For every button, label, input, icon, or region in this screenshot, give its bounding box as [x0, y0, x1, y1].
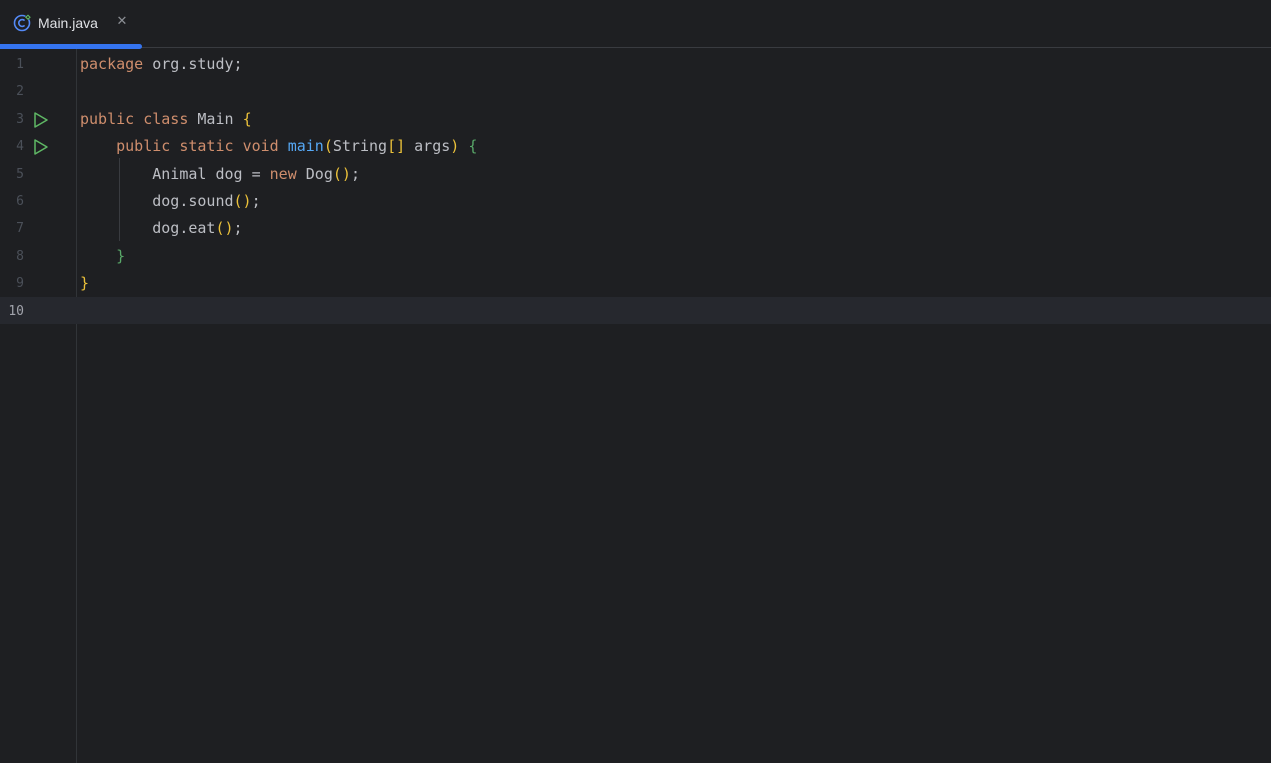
close-icon[interactable]: ✕ — [115, 14, 129, 30]
code-text: dog.eat(); — [80, 215, 243, 242]
code-line[interactable]: 5 Animal dog = new Dog(); — [0, 161, 1271, 188]
code-token: public — [116, 137, 171, 156]
code-token: class — [143, 109, 189, 128]
code-token: public — [80, 109, 135, 128]
code-line[interactable]: 9} — [0, 270, 1271, 297]
code-line[interactable]: 3 public class Main { — [0, 106, 1271, 133]
code-token: ) — [450, 137, 460, 156]
tab-main-java[interactable]: Main.java ✕ — [0, 0, 142, 49]
code-token: main — [287, 137, 324, 156]
code-line[interactable]: 4 public static void main(String[] args)… — [0, 133, 1271, 160]
code-text: } — [80, 243, 125, 270]
tab-label: Main.java — [38, 15, 98, 31]
code-text: } — [80, 270, 89, 297]
code-token: { — [468, 137, 478, 156]
code-token: () — [215, 219, 234, 238]
line-number: 5 — [16, 166, 24, 182]
code-token: Dog — [296, 164, 333, 183]
line-number: 8 — [16, 248, 24, 264]
line-number: 10 — [8, 303, 24, 319]
java-class-icon — [12, 13, 32, 33]
code-token: ( — [323, 137, 333, 156]
code-line[interactable]: 7 dog.eat(); — [0, 215, 1271, 242]
code-token: ; — [350, 164, 360, 183]
code-token: () — [233, 192, 252, 210]
code-token: ; — [233, 219, 243, 238]
code-line[interactable]: 8 } — [0, 243, 1271, 270]
line-number: 9 — [16, 276, 24, 292]
code-token: void — [242, 137, 279, 156]
code-line[interactable]: 10 — [0, 298, 1271, 325]
code-token: } — [80, 274, 90, 293]
line-number: 4 — [16, 139, 24, 155]
editor-tab-bar: Main.java ✕ — [0, 0, 1271, 49]
code-text: dog.sound(); — [80, 188, 261, 215]
code-token: ; — [251, 192, 261, 210]
code-text: public class Main { — [80, 106, 252, 133]
code-text: Animal dog = new Dog(); — [80, 161, 360, 188]
line-number: 3 — [16, 111, 24, 127]
code-token: () — [332, 164, 351, 183]
code-token: Main — [188, 109, 243, 128]
code-token: static — [179, 137, 234, 156]
code-token: args — [405, 137, 451, 156]
code-line[interactable]: 2 — [0, 78, 1271, 105]
code-line[interactable]: 1 package org.study; — [0, 51, 1271, 78]
code-token: Animal dog = — [80, 164, 270, 183]
line-number: 2 — [16, 84, 24, 100]
code-text: package org.study; — [80, 51, 243, 78]
code-token: new — [269, 164, 297, 183]
code-token: { — [242, 109, 252, 128]
code-line[interactable]: 6 dog.sound(); — [0, 188, 1271, 215]
run-icon[interactable] — [32, 138, 50, 156]
code-token: dog.eat — [80, 219, 216, 238]
code-token: String — [332, 137, 388, 156]
line-number: 7 — [16, 221, 24, 237]
code-token: package — [80, 55, 144, 73]
code-text: public static void main(String[] args) { — [80, 133, 477, 160]
code-token: [] — [387, 137, 406, 156]
code-token: } — [116, 246, 126, 265]
line-number: 1 — [16, 57, 24, 72]
run-icon[interactable] — [32, 111, 50, 129]
line-number: 6 — [16, 194, 24, 209]
code-token: dog.sound — [80, 192, 234, 210]
code-token: org.study; — [143, 55, 243, 73]
